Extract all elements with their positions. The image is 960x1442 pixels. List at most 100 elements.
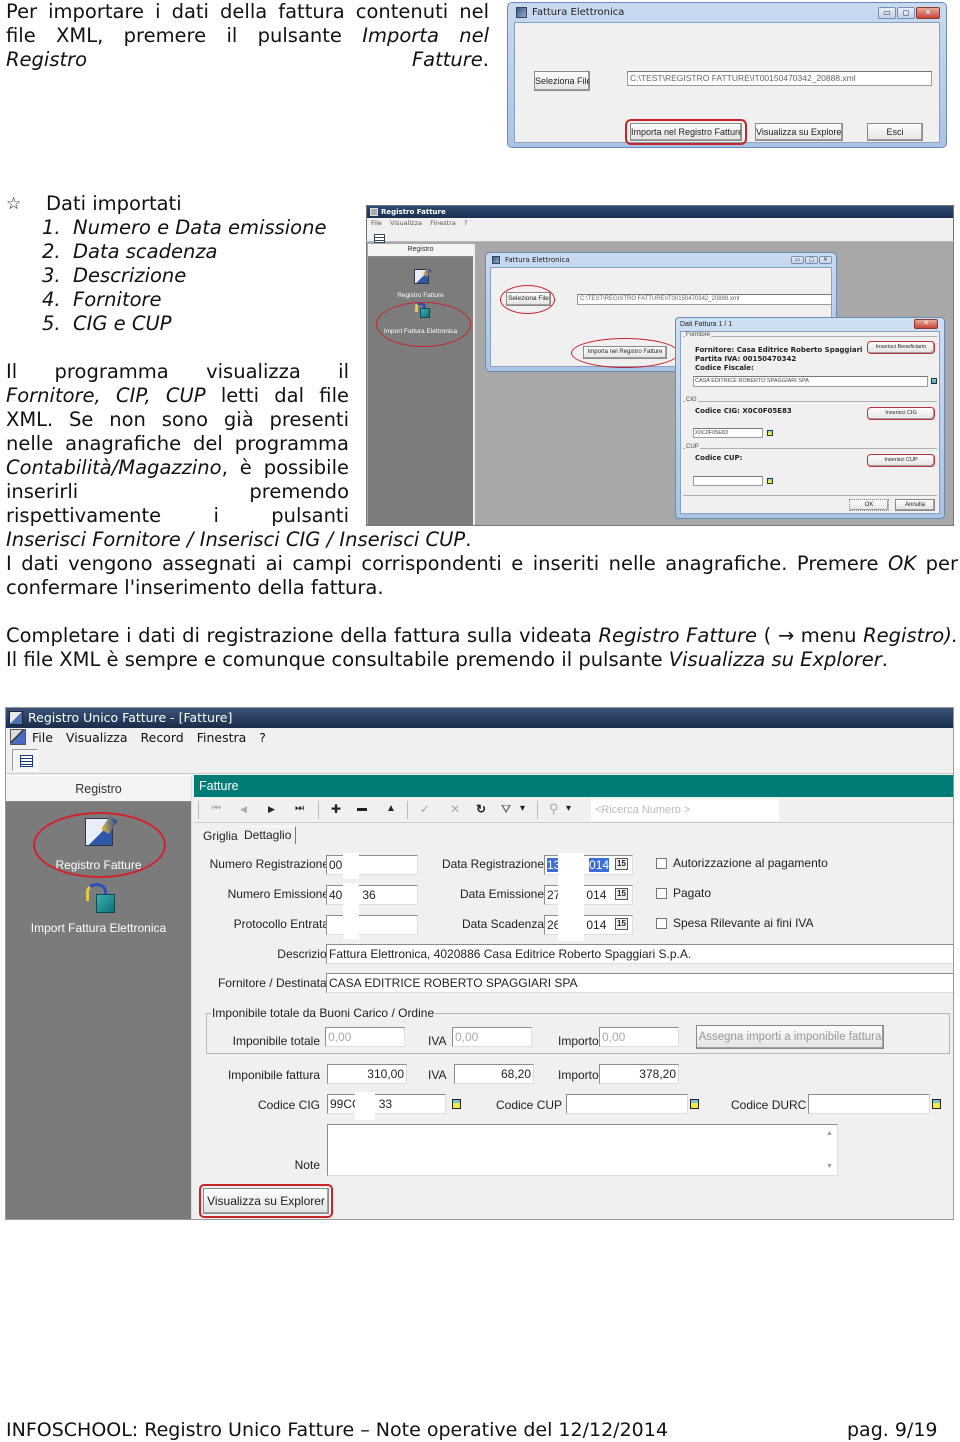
imponibile-fattura-field[interactable]: 310,00 [327,1064,407,1084]
menu-finestra[interactable]: Finestra [197,730,247,745]
note-textarea[interactable] [327,1124,838,1176]
maximize-button[interactable]: ◻ [897,6,915,19]
fornitore-field[interactable]: CASA EDITRICE ROBERTO SPAGGIARI SPA [693,376,928,387]
minimize-button[interactable]: ▭ [791,256,804,264]
numero-emissione-field[interactable]: 40 36 [326,885,418,905]
import-button[interactable]: Importa nel Registro Fatture [630,123,742,141]
pagato-checkbox[interactable] [656,888,667,899]
fornitore-label: Fornitore / Destinatario [217,976,340,990]
menu-file[interactable]: File [32,730,53,745]
app-icon [492,256,500,264]
lookup-icon[interactable] [767,430,773,436]
calendar-icon[interactable]: 15 [615,918,628,930]
select-file-button[interactable]: Seleziona File [534,71,590,91]
spesa-rilevante-checkbox[interactable] [656,918,667,929]
menu-visualizza[interactable]: Visualizza [390,219,422,227]
cig-field[interactable]: X0C0F05E83 [693,428,763,438]
protocollo-entrata-field[interactable] [326,915,418,935]
window-title: Registro Fatture [381,208,446,216]
menu-help[interactable]: ? [259,730,266,745]
menu-finestra[interactable]: Finestra [430,219,456,227]
assign-amounts-button[interactable]: Assegna importi a imponibile fattura [696,1025,884,1049]
calendar-icon[interactable]: 15 [615,888,628,900]
file-path-field[interactable]: C:\TEST\REGISTRO FATTURE\IT00150470342_2… [627,71,932,86]
menu-record[interactable]: Record [141,730,184,745]
cancel-button[interactable]: Annulla [895,499,935,511]
scroll-up-icon[interactable]: ▲ [826,1130,833,1137]
program-paragraph-end: Inserisci Fornitore / Inserisci CIG / In… [6,528,472,551]
complete-paragraph: Completare i dati di registrazione della… [6,624,959,671]
search-number-input[interactable]: <Ricerca Numero > [591,799,779,821]
view-explorer-button[interactable]: Visualizza su Explorer [755,123,843,141]
document-menu-icon[interactable] [10,729,26,745]
protocollo-entrata-label: Protocollo Entrata [233,917,329,931]
ok-button[interactable]: OK [849,499,889,511]
delete-record-icon[interactable]: ▬ [357,802,367,816]
tab-dettaglio[interactable]: Dettaglio [240,826,297,844]
maximize-button[interactable]: ◻ [805,256,818,264]
tab-griglia[interactable]: Griglia [203,828,238,845]
sidebar-item-import-fattura[interactable]: Import Fattura Elettronica [6,921,191,935]
note-label: Note [294,1158,320,1172]
lookup-icon[interactable] [452,1099,461,1109]
next-record-icon[interactable]: ▶ [268,802,275,816]
list-view-icon[interactable] [374,234,385,243]
prev-record-icon[interactable]: ◀ [240,802,247,816]
menu-help[interactable]: ? [464,219,467,227]
exit-button[interactable]: Esci [867,123,923,141]
filter-dropdown-icon[interactable]: ▾ [520,802,525,816]
star-bullet-icon: ☆ [6,194,22,214]
insert-cig-button[interactable]: Inserisci CIG [867,407,935,420]
imported-item: 4. Fornitore [42,288,162,311]
filter-icon[interactable]: ⛛ [501,802,511,816]
imponibile-totale-field[interactable]: 0,00 [325,1027,405,1047]
refresh-icon[interactable]: ↻ [476,802,486,816]
add-record-icon[interactable]: ✚ [331,802,341,816]
close-button[interactable]: ✕ [819,256,832,264]
first-record-icon[interactable]: ⏮ [212,802,221,816]
post-record-icon[interactable]: ✓ [420,802,430,816]
cup-field[interactable] [693,476,763,486]
cancel-edit-icon[interactable]: ✕ [450,802,460,816]
view-explorer-button[interactable]: Visualizza su Explorer [203,1188,329,1214]
lookup-icon[interactable] [767,478,773,484]
scroll-down-icon[interactable]: ▼ [826,1163,833,1170]
lookup-icon[interactable] [690,1099,699,1109]
autorizzazione-checkbox[interactable] [656,858,667,869]
registro-fatture-icon[interactable] [414,269,429,284]
search-dropdown-icon[interactable]: ▾ [566,802,571,816]
menu-visualizza[interactable]: Visualizza [66,730,128,745]
iva-totale-field[interactable]: 0,00 [452,1027,532,1047]
codice-durc-field[interactable] [808,1094,930,1114]
dialog-close-button[interactable]: ✕ [914,319,938,329]
insert-cup-button[interactable]: Inserisci CUP [867,454,935,467]
fornitore-field[interactable]: CASA EDITRICE ROBERTO SPAGGIARI SPA [326,973,953,993]
importo-totale-field[interactable]: 0,00 [599,1027,679,1047]
close-button[interactable]: ✕ [916,6,940,19]
search-icon[interactable]: ⚲ [549,802,559,816]
import-fattura-icon[interactable] [85,883,115,913]
menu-file[interactable]: File [371,219,382,227]
calendar-icon[interactable]: 15 [615,858,628,870]
codice-cig-field[interactable]: 99CC 33 [327,1094,446,1114]
insert-beneficiario-button[interactable]: Inserisci Beneficiario [867,341,935,354]
iva-fattura-field[interactable]: 68,20 [454,1064,534,1084]
dati-fattura-dialog: Dati Fattura 1 / 1 ✕ Fornitore Fornitore… [675,317,945,519]
sidebar-item-registro-fatture[interactable]: Registro Fatture [368,292,473,299]
codice-cup-field[interactable] [566,1094,688,1114]
lookup-icon[interactable] [932,1099,941,1109]
lookup-icon[interactable] [931,378,937,384]
edit-record-icon[interactable]: ▲ [386,802,396,816]
file-path-field[interactable]: C:\TEST\REGISTRO FATTURE\IT00150470342_2… [577,294,832,305]
numero-registrazione-field[interactable]: 00 [326,855,418,875]
toolbar [367,228,953,243]
minimize-button[interactable]: ▭ [878,6,896,19]
descrizione-field[interactable]: Fattura Elettronica, 4020886 Casa Editri… [326,944,953,964]
registro-fatture-window: Registro Fatture File Visualizza Finestr… [366,205,954,526]
assignment-paragraph: I dati vengono assegnati ai campi corris… [6,552,958,599]
list-view-button[interactable] [12,749,38,771]
cig-line: Codice CIG: X0C0F05E83 [695,407,792,415]
data-emissione-label: Data Emissione [459,887,544,901]
importo-fattura-field[interactable]: 378,20 [599,1064,679,1084]
last-record-icon[interactable]: ⏭ [295,802,304,816]
